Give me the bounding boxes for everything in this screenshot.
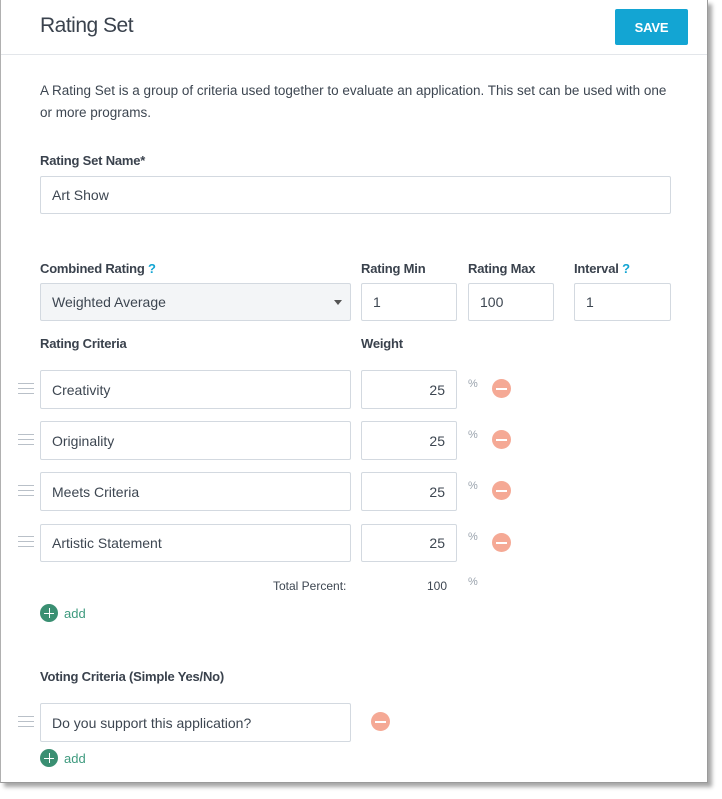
interval-help-icon[interactable]: ?: [622, 261, 630, 276]
drag-handle-icon[interactable]: [18, 485, 34, 497]
criteria-name-input[interactable]: Meets Criteria: [40, 472, 351, 511]
criteria-weight: 25: [429, 535, 445, 551]
criteria-name: Creativity: [52, 381, 111, 398]
remove-icon[interactable]: [371, 712, 390, 731]
add-label: add: [64, 750, 86, 766]
percent-unit: %: [468, 480, 478, 492]
add-label: add: [64, 605, 86, 621]
plus-icon: [40, 749, 58, 767]
weight-label: Weight: [361, 336, 403, 351]
save-button[interactable]: SAVE: [615, 9, 688, 45]
rating-criteria-label: Rating Criteria: [40, 336, 127, 351]
interval-label-text: Interval: [574, 261, 619, 276]
percent-unit: %: [468, 576, 478, 588]
criteria-weight: 25: [429, 432, 445, 449]
voting-question: Do you support this application?: [52, 714, 252, 731]
remove-icon[interactable]: [492, 533, 511, 552]
remove-icon[interactable]: [492, 430, 511, 449]
rating-min-value: 1: [373, 294, 381, 310]
description: A Rating Set is a group of criteria used…: [40, 83, 667, 120]
criteria-weight-input[interactable]: 25: [361, 472, 457, 511]
criteria-name: Originality: [52, 432, 115, 449]
add-criteria-button[interactable]: add: [40, 604, 86, 622]
combined-rating-label-text: Combined Rating: [40, 261, 145, 276]
rating-set-name-value: Art Show: [52, 187, 109, 203]
total-percent-label: Total Percent:: [273, 579, 347, 593]
combined-rating-value: Weighted Average: [52, 294, 166, 310]
rating-min-input[interactable]: 1: [361, 283, 457, 321]
criteria-name: Artistic Statement: [52, 535, 162, 551]
voting-criteria-label: Voting Criteria (Simple Yes/No): [40, 669, 225, 684]
chevron-down-icon: [334, 300, 342, 305]
criteria-weight-input[interactable]: 25: [361, 524, 457, 562]
criteria-weight-input[interactable]: 25: [361, 421, 457, 460]
interval-label: Interval ?: [574, 261, 630, 276]
criteria-weight: 25: [429, 381, 445, 398]
rating-set-name-input[interactable]: Art Show: [40, 176, 671, 214]
remove-icon[interactable]: [492, 481, 511, 500]
total-percent-value: 100: [426, 579, 447, 593]
drag-handle-icon[interactable]: [18, 383, 34, 395]
rating-set-name-label: Rating Set Name*: [40, 153, 146, 168]
drag-handle-icon[interactable]: [18, 716, 34, 728]
percent-unit: %: [468, 531, 478, 543]
drag-handle-icon[interactable]: [18, 434, 34, 446]
add-voting-button[interactable]: add: [40, 749, 86, 767]
criteria-name-input[interactable]: Artistic Statement: [40, 524, 351, 562]
interval-value: 1: [586, 294, 594, 310]
criteria-name-input[interactable]: Originality: [40, 421, 351, 460]
criteria-name-input[interactable]: Creativity: [40, 370, 351, 409]
rating-max-input[interactable]: 100: [468, 283, 554, 321]
combined-rating-help-icon[interactable]: ?: [148, 261, 156, 276]
drag-handle-icon[interactable]: [18, 536, 34, 548]
rating-max-value: 100: [480, 294, 504, 310]
rating-max-label: Rating Max: [468, 261, 536, 276]
percent-unit: %: [468, 378, 478, 390]
criteria-weight: 25: [429, 483, 445, 500]
remove-icon[interactable]: [492, 379, 511, 398]
percent-unit: %: [468, 429, 478, 441]
plus-icon: [40, 604, 58, 622]
interval-input[interactable]: 1: [574, 283, 671, 321]
header: Rating Set SAVE: [1, 0, 707, 55]
rating-set-window: Rating Set SAVE A Rating Set is a group …: [0, 0, 708, 783]
rating-min-label: Rating Min: [361, 261, 426, 276]
combined-rating-select[interactable]: Weighted Average: [40, 283, 351, 321]
page-title: Rating Set: [40, 14, 134, 37]
voting-question-input[interactable]: Do you support this application?: [40, 703, 351, 742]
criteria-weight-input[interactable]: 25: [361, 370, 457, 409]
combined-rating-label: Combined Rating ?: [40, 261, 156, 276]
criteria-name: Meets Criteria: [52, 483, 140, 500]
